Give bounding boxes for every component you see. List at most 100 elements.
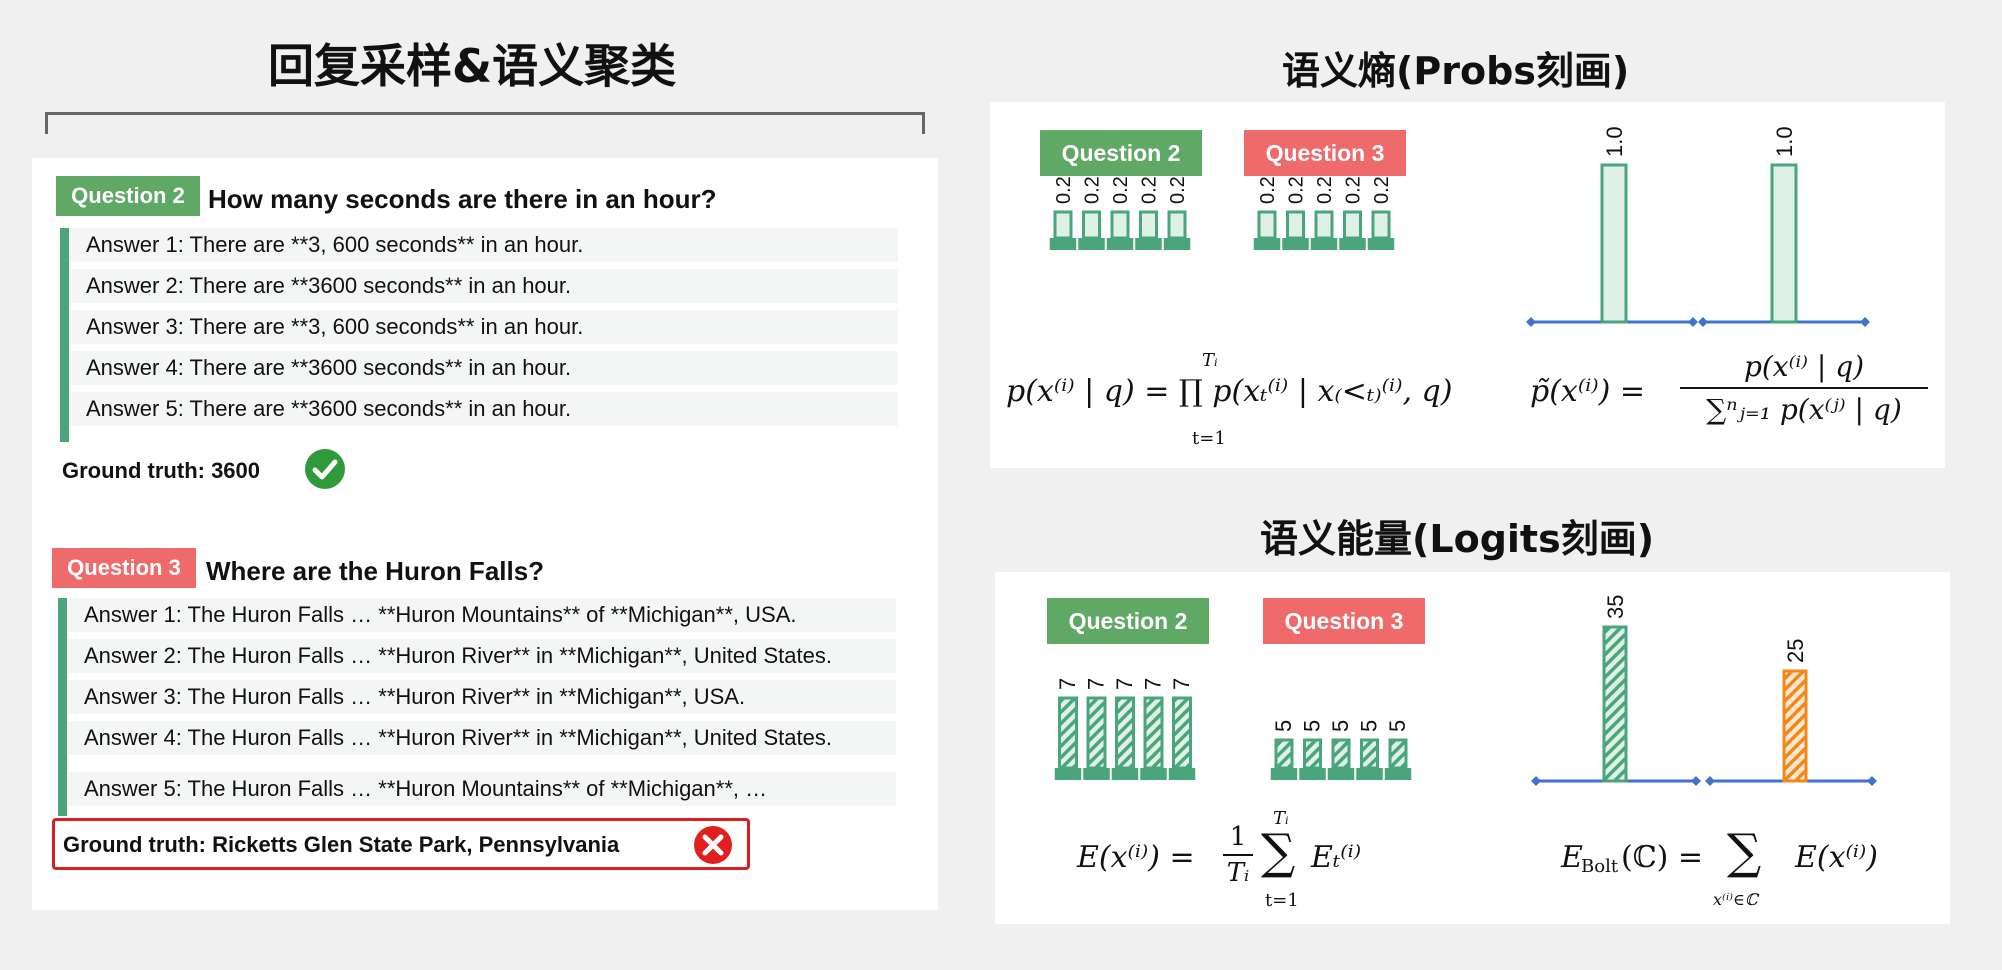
energy-q3-base-3 [1327,768,1355,780]
entropy-q2-bar-5 [1167,210,1187,240]
entropy-q3-label-4: 0.2 [1343,176,1365,204]
energy-q2-label-3: 7 [1112,678,1137,690]
q2-badge: Question 2 [56,176,200,216]
entropy-overall-axis-end-2-1 [1698,317,1708,327]
entropy-overall-label-2: 1.0 [1772,126,1797,157]
q3-answers-bar [58,598,67,816]
energy-q3-bar-5 [1388,738,1408,770]
energy-q2-base-5 [1168,768,1196,780]
q2-answer-5: Answer 5: There are **3600 seconds** in … [70,392,898,426]
energy-overall-bar-1 [1602,625,1628,783]
entropy-formula-right-lhs: p̃(x⁽ⁱ⁾) = [1530,374,1645,409]
energy-q2-bar-5 [1172,696,1192,770]
energy-q2-bar-1 [1058,696,1078,770]
entropy-panel: Question 2 Question 3 0.2 0.2 0.2 0.2 0.2 0.2… [990,102,1945,468]
energy-formula-right-rhs: E(x⁽ⁱ⁾) [1795,840,1878,875]
entropy-title: 语义熵(Probs刻画) [1282,49,1630,93]
energy-q2-label-4: 7 [1141,678,1166,690]
energy-sum-symbol-right: ∑ [1727,824,1762,880]
q3-question: Where are the Huron Falls? [206,556,545,586]
energy-formula-right-sum-lower: x⁽ⁱ⁾∈ℂ [1713,890,1758,909]
left-title: 回复采样&语义聚类 [268,39,677,93]
energy-formula-left-sum-lower: t=1 [1265,890,1299,911]
left-panel: Question 2 How many seconds are there in… [32,158,938,910]
entropy-overall-label-1: 1.0 [1602,126,1627,157]
energy-formula-right-mid: (ℂ) = [1621,840,1703,875]
entropy-charts-svg: 0.2 0.2 0.2 0.2 0.2 0.2 0.2 0.2 0.2 0.2 1.0 1.0 [1049,126,1870,327]
entropy-q2-base-3 [1106,238,1134,250]
q3-ground-truth: Ground truth: Ricketts Glen State Park, … [63,832,620,857]
q3-answer-3: Answer 3: The Huron Falls … **Huron Rive… [68,680,896,714]
energy-overall-bar-2 [1782,669,1808,783]
q3-badge: Question 3 [52,548,196,588]
energy-q3-base-4 [1356,768,1383,780]
energy-q2-base-1 [1054,768,1082,780]
entropy-q2-bar-1 [1053,210,1073,240]
energy-q2-base-2 [1083,768,1110,780]
entropy-q2-label-2: 0.2 [1082,176,1104,204]
q3-answer-5: Answer 5: The Huron Falls … **Huron Moun… [68,772,896,806]
energy-q2-bar-3 [1115,696,1135,770]
q2-question: How many seconds are there in an hour? [208,184,717,214]
q3-answer-1: Answer 1: The Huron Falls … **Huron Moun… [68,598,896,632]
q2-answer-2: Answer 2: There are **3600 seconds** in … [70,269,898,303]
check-icon [305,449,345,489]
energy-charts-svg: 7 7 7 7 75 5 5 5 53525 [1054,595,1877,786]
entropy-overall-bar-2 [1770,163,1798,324]
q3-ground-truth-box: Ground truth: Ricketts Glen State Park, … [52,818,750,870]
q2-answer-4: Answer 4: There are **3600 seconds** in … [70,351,898,385]
energy-q3-label-3: 5 [1328,720,1353,732]
energy-q3-bar-3 [1331,738,1351,770]
energy-q2-base-4 [1140,768,1167,780]
energy-q2-base-3 [1111,768,1139,780]
entropy-q3-bar-2 [1286,210,1305,240]
energy-overall-label-1: 35 [1603,595,1628,619]
energy-formula-left-lhs: E(x⁽ⁱ⁾) = [1077,840,1195,875]
entropy-q2-bar-3 [1110,210,1130,240]
q2-answers-bar [60,228,69,442]
entropy-q3-base-3 [1310,238,1338,250]
energy-q2-label-5: 7 [1169,678,1194,690]
energy-q3-bar-4 [1360,738,1379,770]
q3-answer-4: Answer 4: The Huron Falls … **Huron Rive… [68,721,896,755]
entropy-q3-bar-1 [1257,210,1277,240]
entropy-overall-bar-1 [1600,163,1628,324]
entropy-q3-label-5: 0.2 [1371,176,1393,204]
energy-formula-left-frac-den: Tᵢ [1226,858,1250,888]
energy-q3-base-2 [1299,768,1326,780]
entropy-q3-label-3: 0.2 [1314,176,1336,204]
entropy-q2-label-5: 0.2 [1167,176,1189,204]
entropy-q2-label-3: 0.2 [1110,176,1132,204]
entropy-q3-label-2: 0.2 [1286,176,1308,204]
entropy-formula-right-den: ∑ⁿⱼ₌₁ p(x⁽ʲ⁾ | q) [1706,393,1902,426]
energy-formula-left-frac-num: 1 [1229,822,1247,852]
energy-q3-label-4: 5 [1357,720,1382,732]
q2-ground-truth: Ground truth: 3600 [62,458,261,483]
q2-answer-1: Answer 1: There are **3, 600 seconds** i… [70,228,898,262]
energy-overall-axis-end-1-2 [1691,776,1701,786]
entropy-q2-base-2 [1078,238,1105,250]
entropy-overall-axis-end-2-2 [1860,317,1870,327]
entropy-q3-label-1: 0.2 [1257,176,1279,204]
entropy-formula-right-num: p(x⁽ⁱ⁾ | q) [1743,350,1865,383]
energy-formula-left-sum-upper: Tᵢ [1273,808,1289,829]
energy-overall-axis-end-1-1 [1531,776,1541,786]
entropy-q2-label-4: 0.2 [1139,176,1161,204]
entropy-q3-base-1 [1253,238,1281,250]
energy-q3-label-1: 5 [1271,720,1296,732]
energy-overall-label-2: 25 [1783,639,1808,663]
entropy-q3-base-4 [1339,238,1366,250]
entropy-q2-base-1 [1049,238,1077,250]
entropy-formula-left-lower: t=1 [1192,428,1226,449]
entropy-q3-base-5 [1367,238,1395,250]
entropy-overall-axis-end-1-1 [1526,317,1536,327]
entropy-q2-bar-4 [1139,210,1158,240]
energy-q3-bar-1 [1274,738,1294,770]
entropy-formula-left: p(x⁽ⁱ⁾ | q) = ∏ p(xₜ⁽ⁱ⁾ | x₍<ₜ₎⁽ⁱ⁾, q) [1006,374,1453,409]
energy-formula-right-lhs: E [1561,840,1583,875]
entropy-q3-bar-5 [1371,210,1391,240]
entropy-q2-bar-2 [1082,210,1101,240]
entropy-q3-bar-3 [1314,210,1334,240]
fraction-line [1680,387,1928,389]
energy-q2-label-2: 7 [1084,678,1109,690]
